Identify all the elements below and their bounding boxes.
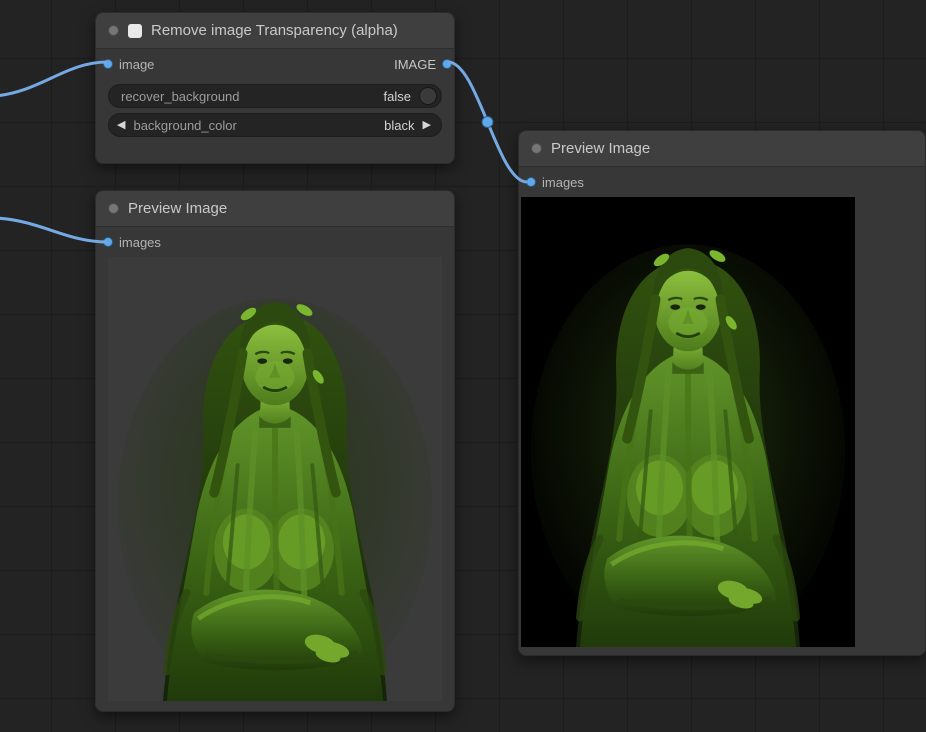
node-preview-image-left[interactable]: Preview Image images	[95, 190, 455, 712]
node-title: Preview Image	[551, 140, 650, 157]
widget-label: recover_background	[121, 89, 240, 104]
input-slot-images[interactable]: images	[103, 235, 161, 250]
link-midpoint-dot[interactable]	[482, 117, 493, 128]
arrow-left-icon[interactable]: ◀	[117, 120, 125, 131]
input-slot-images[interactable]: images	[526, 175, 584, 190]
input-slot-dot-icon[interactable]	[103, 237, 113, 247]
graph-canvas[interactable]: Remove image Transparency (alpha) image …	[0, 0, 926, 732]
preview-image	[108, 257, 442, 701]
input-slot-label: images	[542, 175, 584, 190]
output-slot-dot-icon[interactable]	[442, 59, 452, 69]
collapse-dot-icon[interactable]	[108, 25, 119, 36]
slot-row: images	[519, 167, 925, 197]
widget-value: black	[384, 118, 414, 133]
link-wire-image-to-right-preview	[448, 62, 527, 182]
input-slot-label: images	[119, 235, 161, 250]
arrow-right-icon[interactable]: ▶	[423, 120, 431, 131]
collapse-dot-icon[interactable]	[531, 143, 542, 154]
widget-recover-background[interactable]: recover_background false	[108, 84, 442, 108]
output-slot-label: IMAGE	[394, 57, 436, 72]
node-title: Preview Image	[128, 200, 227, 217]
node-square-icon	[128, 24, 142, 38]
slot-row: images	[96, 227, 454, 257]
node-remove-image-transparency[interactable]: Remove image Transparency (alpha) image …	[95, 12, 455, 164]
green-figure-image	[521, 197, 855, 647]
widget-value: false	[384, 89, 411, 104]
toggle-knob-icon[interactable]	[419, 87, 437, 105]
node-preview-image-right[interactable]: Preview Image images	[518, 130, 926, 656]
widget-background-color[interactable]: ◀ background_color black ▶	[108, 113, 442, 137]
input-slot-image[interactable]: image	[103, 57, 154, 72]
collapse-dot-icon[interactable]	[108, 203, 119, 214]
node-title-bar[interactable]: Preview Image	[96, 191, 454, 227]
input-slot-dot-icon[interactable]	[526, 177, 536, 187]
input-slot-dot-icon[interactable]	[103, 59, 113, 69]
node-title-bar[interactable]: Preview Image	[519, 131, 925, 167]
link-wire-to-left-preview-input	[0, 218, 107, 242]
slot-row: image IMAGE	[96, 49, 454, 79]
preview-image	[521, 197, 855, 647]
input-slot-label: image	[119, 57, 154, 72]
green-figure-image	[108, 257, 442, 701]
widget-label: background_color	[133, 118, 236, 133]
output-slot-image[interactable]: IMAGE	[394, 57, 452, 72]
node-title: Remove image Transparency (alpha)	[151, 22, 398, 39]
node-title-bar[interactable]: Remove image Transparency (alpha)	[96, 13, 454, 49]
link-wire-to-image-input	[0, 62, 107, 96]
